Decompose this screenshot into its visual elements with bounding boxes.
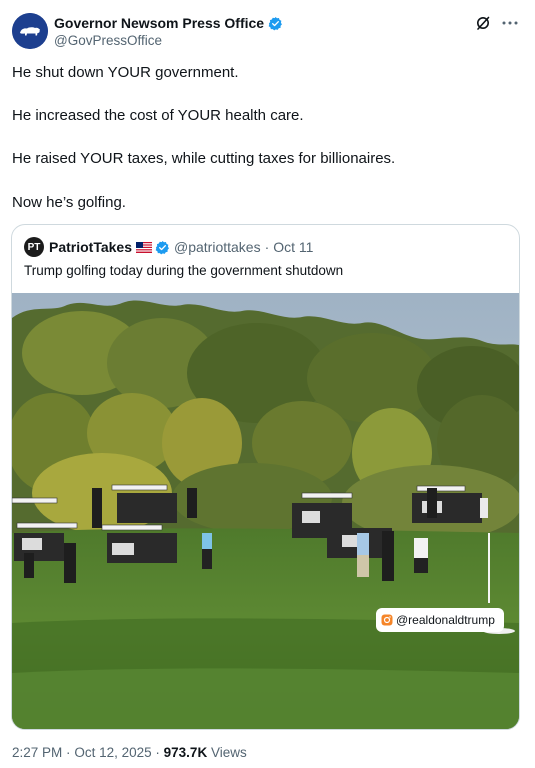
quoted-date[interactable]: Oct 11 [273,239,313,255]
views-count: 973.7K [163,745,208,760]
post-text-line-4: Now he’s golfing. [12,194,126,211]
grok-icon[interactable] [475,15,491,31]
quoted-post[interactable]: PT PatriotTakes @patriottakes · Oct 11 T… [11,224,520,730]
post-meta: 2:27 PM · Oct 12, 2025 · 973.7K Views [12,745,247,760]
post-text-line-1: He shut down YOUR government. [12,64,239,81]
golf-course-photo [12,293,519,729]
views-label: Views [210,745,247,760]
post-text-line-2: He increased the cost of YOUR health car… [12,107,304,124]
post-time[interactable]: 2:27 PM [12,745,62,760]
us-flag-icon [136,241,152,253]
photo-user-tag-label: @realdonaldtrump [396,613,495,627]
author-display-name[interactable]: Governor Newsom Press Office [54,15,264,31]
quoted-handle[interactable]: @patriottakes [174,239,261,255]
verified-badge-icon [268,16,283,30]
photo-user-tag[interactable]: @realdonaldtrump [376,608,504,632]
post-date[interactable]: Oct 12, 2025 [74,745,151,760]
author-name-row: Governor Newsom Press Office [54,15,283,31]
more-icon[interactable] [501,16,519,30]
instagram-icon [381,614,393,626]
quoted-display-name[interactable]: PatriotTakes [49,239,132,255]
bear-logo-icon [12,13,48,49]
quoted-photo[interactable]: @realdonaldtrump [12,293,519,729]
quoted-separator: · [264,239,270,255]
post-text-line-3: He raised YOUR taxes, while cutting taxe… [12,150,396,167]
quoted-text: Trump golfing today during the governmen… [24,263,344,278]
avatar[interactable] [12,13,48,49]
author-handle[interactable]: @GovPressOffice [54,33,162,48]
verified-badge-icon [155,240,169,254]
meta-separator: · [66,745,71,760]
quoted-post-header: PT PatriotTakes @patriottakes · Oct 11 [24,237,313,257]
quoted-avatar[interactable]: PT [24,237,44,257]
post-header: Governor Newsom Press Office @GovPressOf… [12,12,523,52]
meta-separator: · [155,745,160,760]
